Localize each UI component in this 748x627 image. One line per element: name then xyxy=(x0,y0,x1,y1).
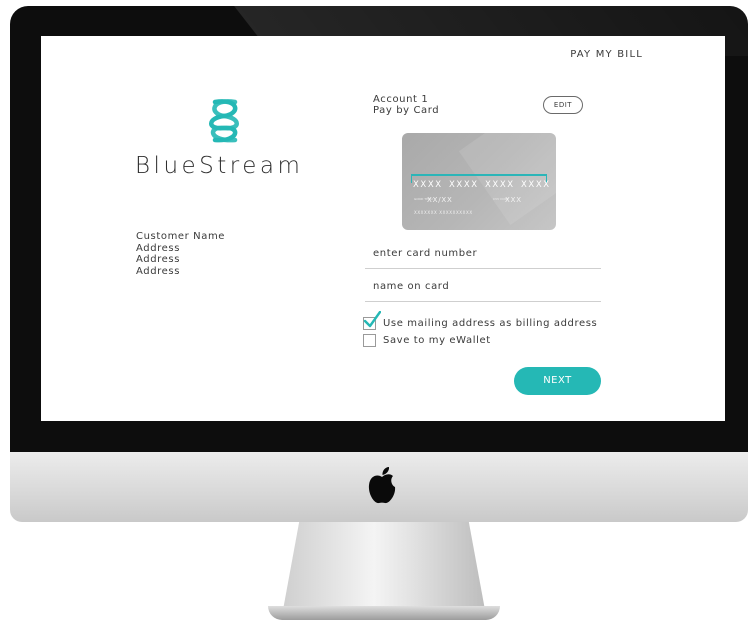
account-name: Account 1 xyxy=(373,94,429,105)
name-on-card-input[interactable] xyxy=(365,272,609,300)
save-ewallet-label: Save to my eWallet xyxy=(383,335,491,346)
save-ewallet-checkbox[interactable] xyxy=(363,334,376,347)
checkmark-icon xyxy=(363,311,381,328)
customer-address-line: Address xyxy=(136,242,181,254)
card-number-field-wrapper xyxy=(365,239,609,269)
payment-method: Pay by Card xyxy=(373,105,440,116)
screen: PAY MY BILL BlueStream Customer Name Add… xyxy=(41,36,725,421)
billing-address-label: Use mailing address as billing address xyxy=(383,318,598,329)
customer-name: Customer Name xyxy=(136,231,226,242)
edit-button[interactable]: EDIT xyxy=(543,96,583,114)
monitor-stand-base xyxy=(268,606,500,620)
card-cvv: XXX xyxy=(505,196,522,204)
card-number-preview: XXXX XXXX XXXX XXXX xyxy=(413,180,551,190)
billing-address-checkbox[interactable] xyxy=(363,311,381,330)
next-button[interactable]: NEXT xyxy=(514,367,601,395)
customer-address-line: Address xyxy=(136,254,181,265)
account-info: Account 1 Pay by Card xyxy=(373,94,439,116)
card-number-input[interactable] xyxy=(365,239,609,267)
customer-address-line: Address xyxy=(136,265,181,277)
name-on-card-field-wrapper xyxy=(365,272,609,302)
card-holder-preview: XXXXXXX XXXXXXXXXX xyxy=(414,210,473,215)
page-title: PAY MY BILL xyxy=(570,49,643,60)
monitor-stand xyxy=(283,522,485,610)
brand-name: BlueStream xyxy=(135,153,304,179)
customer-info: Customer Name Address Address Address xyxy=(136,231,225,277)
save-ewallet-option[interactable]: Save to my eWallet xyxy=(363,334,491,347)
billing-address-option[interactable]: Use mailing address as billing address xyxy=(363,311,598,330)
apple-icon xyxy=(368,467,396,504)
credit-card-preview: XXXX XXXX XXXX XXXX GOOD THRU XX/XX CVV … xyxy=(402,133,556,230)
bluestream-wave-logo-icon xyxy=(209,99,239,143)
card-expiry: XX/XX xyxy=(427,196,453,204)
